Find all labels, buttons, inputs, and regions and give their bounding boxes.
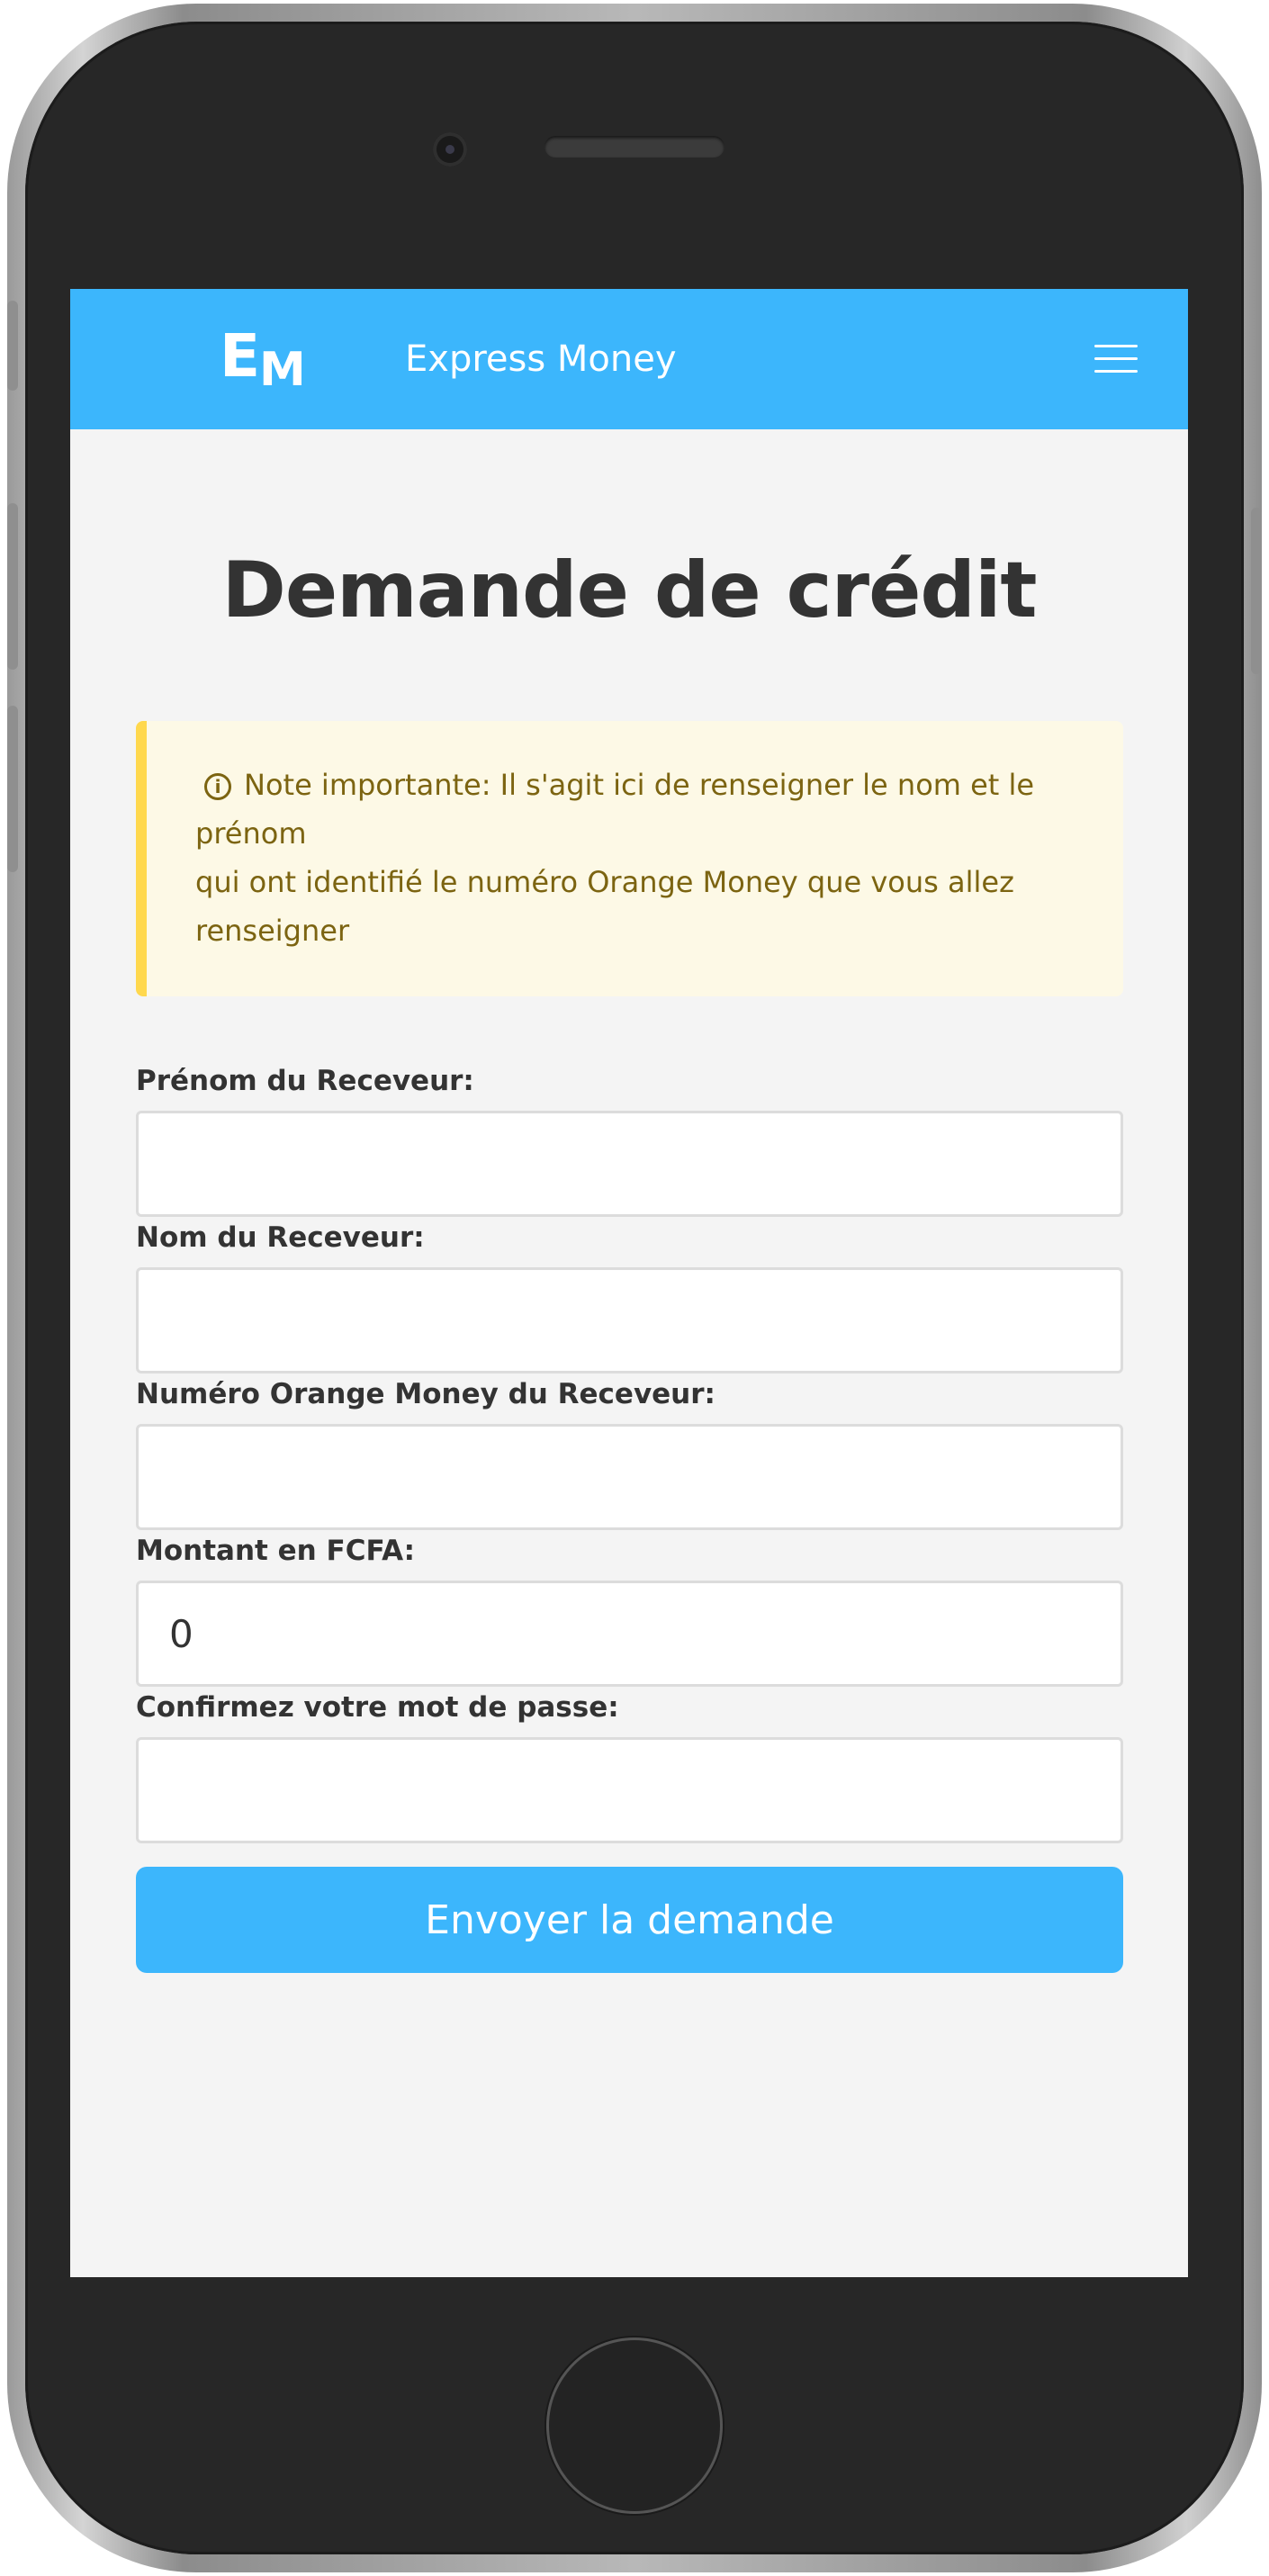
receiver-phone-label: Numéro Orange Money du Receveur:: [136, 1378, 716, 1410]
volume-up-button: [7, 503, 18, 670]
receiver-lastname-input[interactable]: [136, 1267, 1123, 1374]
brand-name[interactable]: Express Money: [405, 332, 677, 386]
power-button: [1251, 508, 1262, 674]
logo-letter-m: M: [259, 343, 306, 397]
amount-label: Montant en FCFA:: [136, 1535, 416, 1567]
notice-line-2: qui ont identifié le numéro Orange Money…: [195, 865, 1014, 948]
mute-switch: [7, 301, 18, 391]
top-navbar: E M Express Money: [70, 289, 1188, 429]
password-label: Confirmez votre mot de passe:: [136, 1691, 619, 1724]
notice-line-1: Note importante: Il s'agit ici de rensei…: [195, 768, 1035, 851]
express-money-logo[interactable]: E M: [220, 327, 310, 395]
important-notice: i Note importante: Il s'agit ici de rense…: [136, 721, 1123, 996]
volume-down-button: [7, 706, 18, 872]
amount-input[interactable]: [136, 1581, 1123, 1687]
info-circle-icon: i: [204, 773, 231, 800]
receiver-phone-input[interactable]: [136, 1424, 1123, 1530]
home-button[interactable]: [546, 2337, 723, 2514]
front-camera: [433, 132, 467, 167]
submit-request-button[interactable]: Envoyer la demande: [136, 1867, 1123, 1973]
logo-letter-e: E: [220, 321, 261, 391]
hamburger-menu-icon[interactable]: [1091, 339, 1141, 379]
app-screen: E M Express Money Demande de crédit i Not…: [70, 289, 1188, 2277]
password-input[interactable]: [136, 1737, 1123, 1843]
page-title: Demande de crédit: [221, 545, 1037, 635]
receiver-firstname-label: Prénom du Receveur:: [136, 1065, 474, 1097]
receiver-firstname-input[interactable]: [136, 1111, 1123, 1217]
earpiece-speaker: [544, 136, 724, 158]
receiver-lastname-label: Nom du Receveur:: [136, 1221, 425, 1254]
